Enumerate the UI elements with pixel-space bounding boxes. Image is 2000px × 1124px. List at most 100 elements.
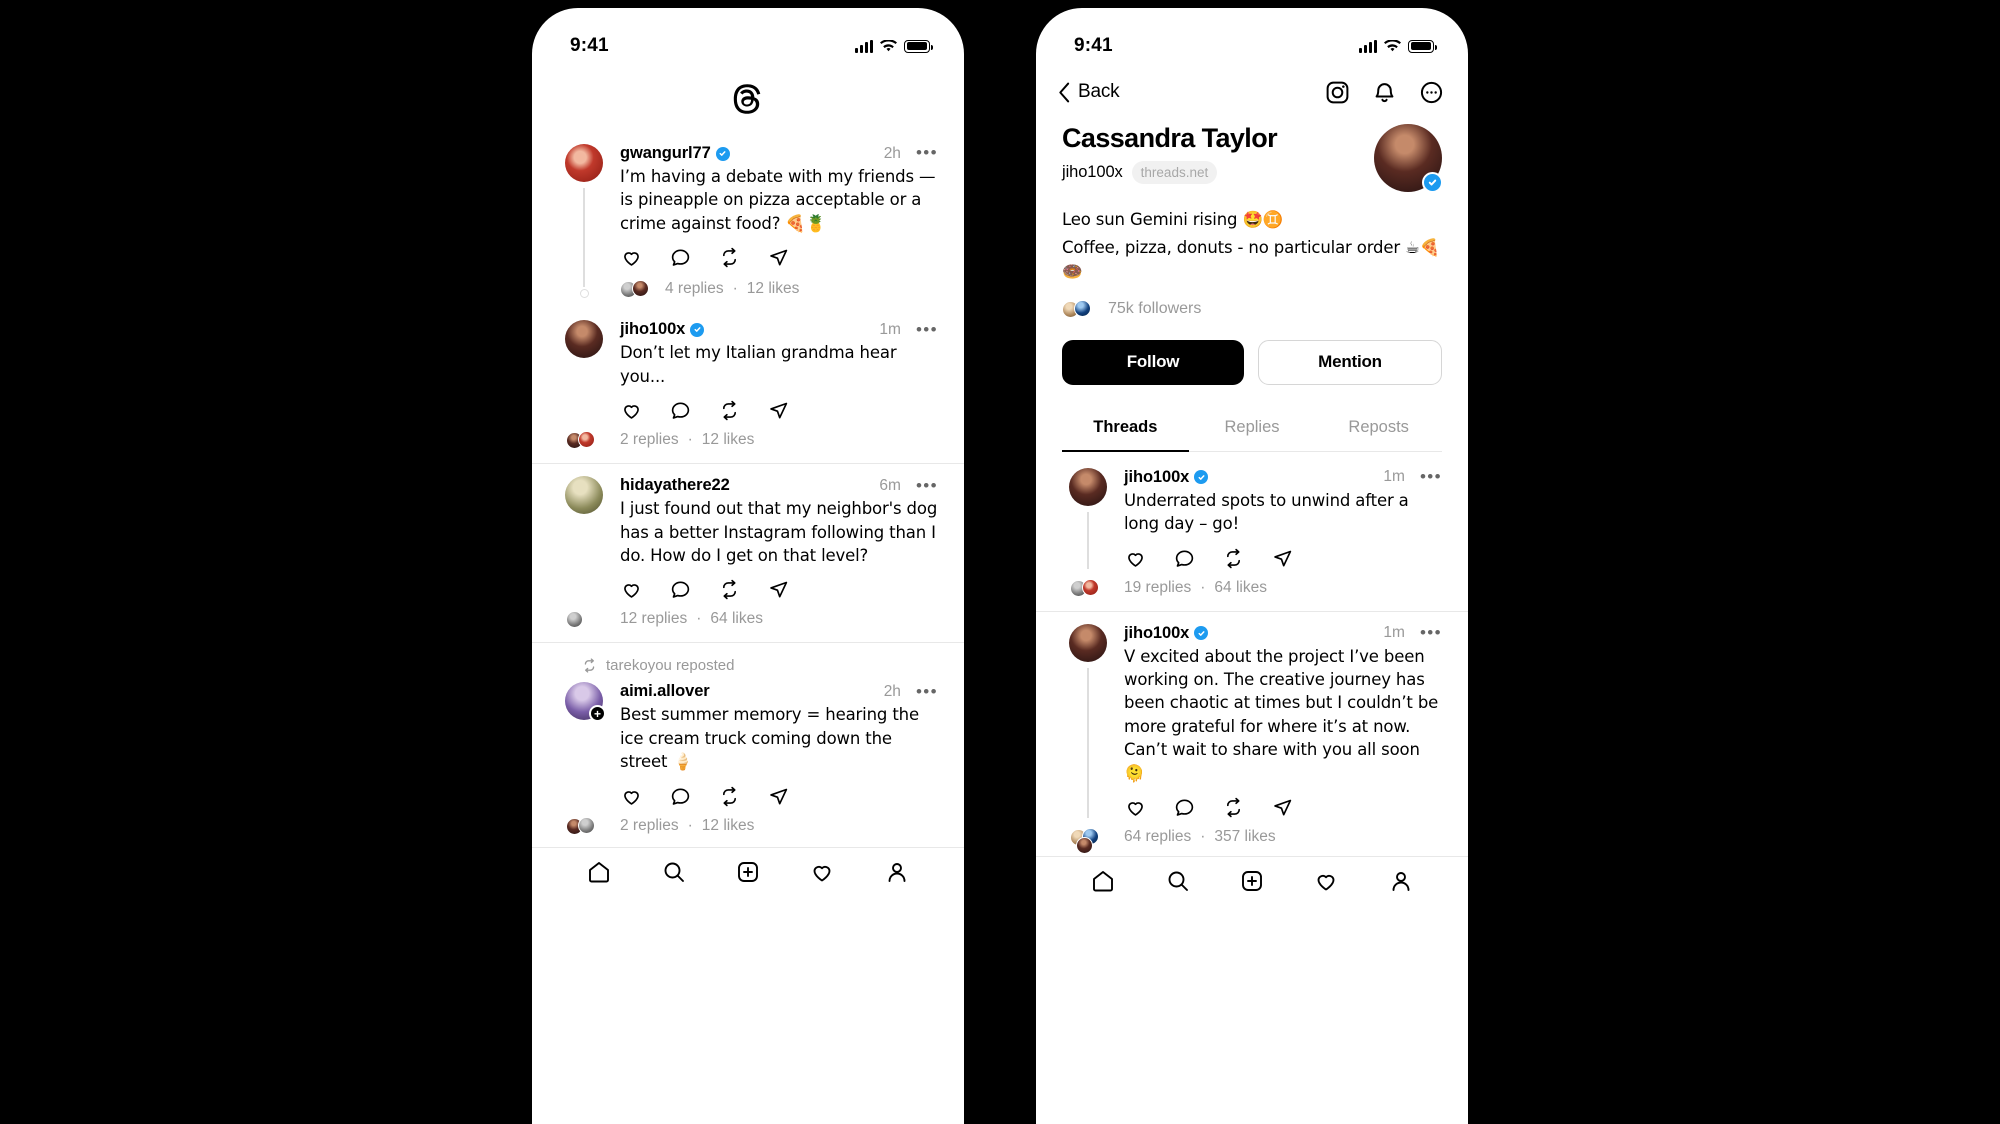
avatar[interactable]: [565, 144, 603, 182]
post-username[interactable]: aimi.allover: [620, 682, 710, 701]
post-left-rail: +: [558, 682, 610, 806]
post-meta: 2 replies · 12 likes: [610, 817, 938, 835]
meta-separator: ·: [1200, 828, 1206, 846]
avatar[interactable]: +: [565, 682, 606, 723]
repost-icon[interactable]: [1223, 797, 1244, 818]
reply-count: 2 replies: [620, 431, 679, 449]
like-icon[interactable]: [621, 579, 642, 600]
feed-post[interactable]: gwangurl77 2h ••• I’m having a debate wi…: [532, 132, 964, 308]
share-icon[interactable]: [768, 579, 789, 600]
thread-connector-dot: [579, 289, 589, 299]
follow-plus-icon[interactable]: +: [589, 705, 606, 723]
like-count: 12 likes: [746, 280, 800, 298]
tab-threads[interactable]: Threads: [1062, 407, 1189, 452]
feed-post-meta-row[interactable]: 19 replies · 64 likes: [1036, 578, 1468, 611]
post-meta: 2 replies · 12 likes: [610, 431, 938, 449]
follow-button[interactable]: Follow: [1062, 339, 1244, 385]
search-icon[interactable]: [1166, 869, 1190, 898]
feed-post[interactable]: jiho100x 1m ••• V excited about the proj…: [1036, 610, 1468, 829]
post-username[interactable]: gwangurl77: [620, 144, 711, 163]
repost-icon[interactable]: [719, 786, 740, 807]
profile-followers[interactable]: 75k followers: [1062, 299, 1442, 318]
tab-reposts[interactable]: Reposts: [1315, 407, 1442, 452]
repost-icon[interactable]: [1223, 548, 1244, 569]
feed-post[interactable]: hidayathere22 6m ••• I just found out th…: [532, 463, 964, 610]
more-icon[interactable]: [1419, 80, 1444, 105]
search-icon[interactable]: [662, 860, 686, 889]
like-icon[interactable]: [621, 400, 642, 421]
post-more-button[interactable]: •••: [906, 321, 938, 338]
replier-facepile: [566, 610, 602, 629]
like-icon[interactable]: [1125, 797, 1146, 818]
heart-icon[interactable]: [1314, 869, 1338, 898]
back-button[interactable]: Back: [1058, 81, 1120, 103]
reply-icon[interactable]: [670, 247, 691, 268]
replier-facepile: [620, 280, 656, 299]
post-more-button[interactable]: •••: [906, 683, 938, 700]
heart-icon[interactable]: [810, 860, 834, 889]
share-icon[interactable]: [768, 400, 789, 421]
post-meta: 12 replies · 64 likes: [610, 610, 938, 628]
post-meta[interactable]: 4 replies · 12 likes: [620, 280, 938, 299]
avatar[interactable]: [1069, 467, 1107, 506]
avatar[interactable]: [565, 320, 603, 359]
post-username[interactable]: jiho100x: [1124, 624, 1189, 643]
profile-icon[interactable]: [885, 860, 909, 889]
post-timestamp: 2h: [883, 144, 901, 162]
reply-icon[interactable]: [1174, 797, 1195, 818]
reply-icon[interactable]: [670, 400, 691, 421]
post-header: hidayathere22 6m •••: [620, 476, 938, 495]
post-timestamp: 1m: [1383, 624, 1405, 642]
profile-avatar[interactable]: [1374, 124, 1443, 193]
feed-post[interactable]: jiho100x 1m ••• Don’t let my Italian gra…: [532, 308, 964, 431]
compose-icon[interactable]: [1240, 869, 1264, 898]
post-more-button[interactable]: •••: [1410, 624, 1442, 641]
avatar: [566, 611, 583, 629]
profile-action-buttons: Follow Mention: [1062, 339, 1442, 385]
feed-post-meta-row[interactable]: 2 replies · 12 likes: [532, 431, 964, 463]
share-icon[interactable]: [1272, 548, 1293, 569]
feed-post[interactable]: jiho100x 1m ••• Underrated spots to unwi…: [1036, 452, 1468, 579]
post-more-button[interactable]: •••: [906, 144, 938, 161]
repost-label: tarekoyou reposted: [606, 657, 735, 675]
post-more-button[interactable]: •••: [906, 476, 938, 493]
reply-icon[interactable]: [670, 786, 691, 807]
share-icon[interactable]: [1272, 797, 1293, 818]
wifi-icon: [880, 39, 897, 53]
feed-post-meta-row[interactable]: 64 replies · 357 likes: [1036, 828, 1468, 856]
post-body: gwangurl77 2h ••• I’m having a debate wi…: [610, 144, 938, 299]
repost-icon[interactable]: [719, 400, 740, 421]
like-icon[interactable]: [621, 786, 642, 807]
share-icon[interactable]: [768, 247, 789, 268]
reply-icon[interactable]: [670, 579, 691, 600]
mention-button[interactable]: Mention: [1258, 339, 1442, 385]
feed-post[interactable]: + aimi.allover 2h ••• Best summer memory…: [532, 674, 964, 816]
avatar[interactable]: [565, 476, 603, 515]
bell-icon[interactable]: [1372, 80, 1397, 105]
profile-icon[interactable]: [1389, 869, 1413, 898]
tab-bar: [532, 848, 964, 889]
like-icon[interactable]: [621, 247, 642, 268]
post-username[interactable]: hidayathere22: [620, 476, 730, 495]
post-username[interactable]: jiho100x: [1124, 468, 1189, 487]
like-icon[interactable]: [1125, 548, 1146, 569]
feed-post-meta-row[interactable]: 12 replies · 64 likes: [532, 610, 964, 642]
avatar: [1074, 299, 1091, 317]
repost-icon[interactable]: [719, 579, 740, 600]
battery-icon: [1408, 39, 1438, 53]
home-icon[interactable]: [587, 860, 611, 889]
repost-icon[interactable]: [719, 247, 740, 268]
post-meta: 64 replies · 357 likes: [1114, 828, 1442, 846]
left-letterbox: [0, 0, 208, 1124]
avatar[interactable]: [1069, 623, 1107, 662]
post-more-button[interactable]: •••: [1410, 468, 1442, 485]
home-icon[interactable]: [1091, 869, 1115, 898]
share-icon[interactable]: [768, 786, 789, 807]
instagram-icon[interactable]: [1325, 80, 1350, 105]
post-username[interactable]: jiho100x: [620, 320, 685, 339]
compose-icon[interactable]: [736, 860, 760, 889]
reply-icon[interactable]: [1174, 548, 1195, 569]
tab-replies[interactable]: Replies: [1189, 407, 1316, 452]
post-text: Don’t let my Italian grandma hear you...: [620, 343, 897, 386]
feed-post-meta-row[interactable]: 2 replies · 12 likes: [532, 816, 964, 841]
